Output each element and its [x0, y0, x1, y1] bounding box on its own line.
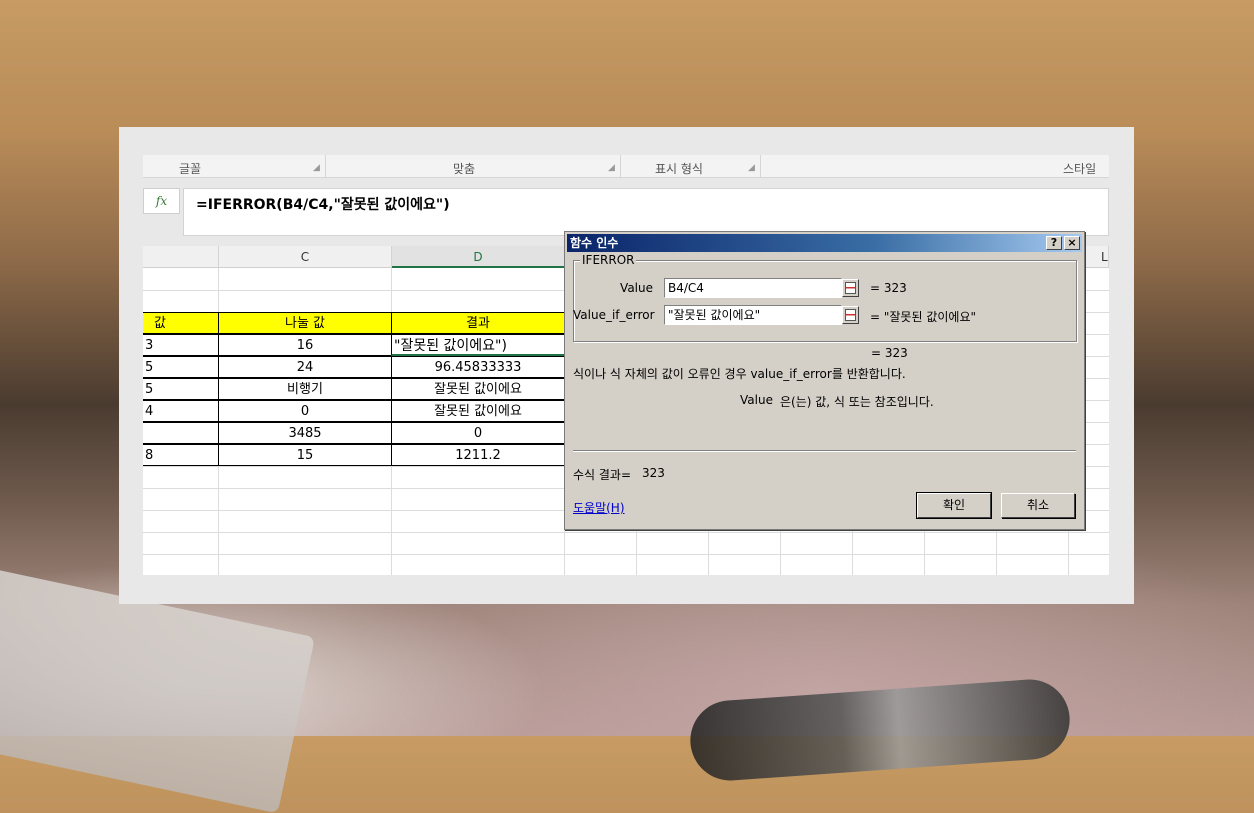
- arg-help-label: Value: [740, 393, 773, 407]
- column-header-c[interactable]: C: [219, 246, 392, 268]
- table-cell[interactable]: 0: [391, 422, 565, 444]
- header-cell-c[interactable]: 나눌 값: [218, 312, 392, 334]
- table-cell[interactable]: 0: [218, 400, 392, 422]
- arg-result-value-if-error: = "잘못된 값이에요": [870, 310, 977, 324]
- column-header-b[interactable]: [143, 246, 219, 268]
- insert-function-icon[interactable]: fx: [143, 188, 180, 214]
- arg-label-value-if-error: Value_if_error: [573, 308, 655, 322]
- dialog-titlebar[interactable]: 함수 인수 ? ×: [567, 234, 1082, 252]
- column-header-d[interactable]: D: [392, 246, 565, 268]
- table-cell[interactable]: 비행기: [218, 378, 392, 400]
- function-arguments-dialog[interactable]: 함수 인수 ? × IFERROR Value B4/C4 = 323 Valu…: [564, 231, 1085, 530]
- background-pen: [687, 676, 1073, 784]
- table-cell[interactable]: 3: [143, 334, 219, 356]
- table-cell[interactable]: 15: [218, 444, 392, 466]
- help-icon[interactable]: ?: [1046, 236, 1062, 250]
- table-cell[interactable]: 잘못된 값이에요: [391, 400, 565, 422]
- column-header-l[interactable]: L: [1101, 246, 1108, 268]
- arg-label-value: Value: [620, 281, 653, 295]
- alignment-dialog-launcher-icon[interactable]: ◢: [608, 163, 615, 173]
- function-name-label: IFERROR: [580, 253, 637, 267]
- arg-help-text: 은(는) 값, 식 또는 참조입니다.: [780, 395, 934, 409]
- value-if-error-input[interactable]: "잘못된 값이에요": [664, 305, 842, 325]
- formula-result-value: 323: [642, 466, 665, 480]
- collapse-dialog-icon[interactable]: [842, 306, 859, 324]
- table-cell[interactable]: 5: [143, 378, 219, 400]
- number-dialog-launcher-icon[interactable]: ◢: [748, 163, 755, 173]
- table-cell[interactable]: 5: [143, 356, 219, 378]
- arguments-group: IFERROR Value B4/C4 = 323 Value_if_error…: [573, 253, 1077, 342]
- overall-result: = 323: [871, 346, 908, 360]
- close-icon[interactable]: ×: [1064, 236, 1080, 250]
- ribbon-group-labels: 글꼴 ◢ 맞춤 ◢ 표시 형식 ◢ 스타일: [143, 155, 1109, 178]
- header-cell-d[interactable]: 결과: [391, 312, 565, 334]
- dialog-title: 함수 인수: [570, 236, 619, 250]
- ribbon-group-font[interactable]: 글꼴: [179, 160, 201, 177]
- ribbon-group-styles[interactable]: 스타일: [1063, 160, 1096, 177]
- table-cell[interactable]: 96.45833333: [391, 356, 565, 378]
- table-cell[interactable]: 3485: [218, 422, 392, 444]
- formula-result-label: 수식 결과=: [573, 468, 632, 482]
- arg-result-value: = 323: [870, 281, 907, 295]
- dialog-divider: [573, 450, 1076, 452]
- header-cell-b[interactable]: 값: [143, 312, 219, 334]
- table-cell[interactable]: 8: [143, 444, 219, 466]
- table-cell[interactable]: 24: [218, 356, 392, 378]
- table-cell[interactable]: 1211.2: [391, 444, 565, 466]
- function-description: 식이나 식 자체의 값이 오류인 경우 value_if_error를 반환합니…: [573, 367, 906, 381]
- active-cell-editing[interactable]: "잘못된 값이에요"): [391, 334, 565, 356]
- font-dialog-launcher-icon[interactable]: ◢: [313, 163, 320, 173]
- table-cell[interactable]: 잘못된 값이에요: [391, 378, 565, 400]
- formula-text: =IFERROR(B4/C4,"잘못된 값이에요"): [196, 197, 450, 213]
- ribbon-group-number-format[interactable]: 표시 형식: [655, 160, 703, 177]
- ribbon-group-alignment[interactable]: 맞춤: [453, 160, 475, 177]
- collapse-dialog-icon[interactable]: [842, 279, 859, 297]
- cancel-button[interactable]: 취소: [1001, 493, 1075, 518]
- table-cell[interactable]: 4: [143, 400, 219, 422]
- ok-button[interactable]: 확인: [916, 492, 992, 519]
- value-input[interactable]: B4/C4: [664, 278, 842, 298]
- help-link[interactable]: 도움말(H): [573, 499, 625, 516]
- formula-bar[interactable]: =IFERROR(B4/C4,"잘못된 값이에요"): [183, 188, 1109, 236]
- table-cell[interactable]: 16: [218, 334, 392, 356]
- table-cell[interactable]: [143, 422, 219, 444]
